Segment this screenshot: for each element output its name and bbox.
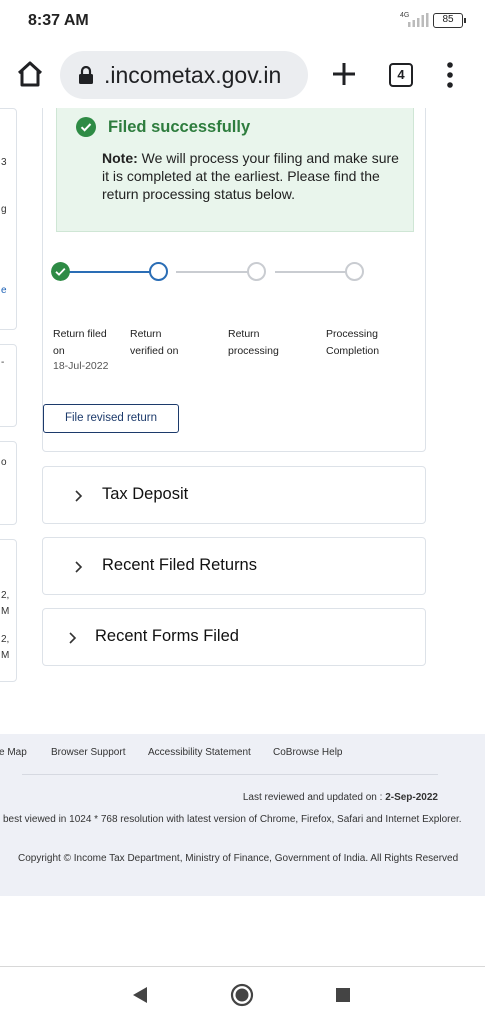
side-card-text: M bbox=[1, 650, 10, 661]
copyright-text: Copyright © Income Tax Department, Minis… bbox=[18, 853, 459, 864]
accordion-tax-deposit[interactable]: Tax Deposit bbox=[42, 466, 426, 524]
step-connector bbox=[69, 271, 159, 273]
side-card: - bbox=[0, 344, 17, 427]
progress-stepper bbox=[51, 262, 371, 290]
step-label-line: Return filed bbox=[53, 328, 107, 340]
accordion-recent-forms-filed[interactable]: Recent Forms Filed bbox=[42, 608, 426, 666]
back-icon[interactable] bbox=[132, 986, 148, 1004]
side-card-text: 3 bbox=[1, 157, 7, 168]
home-icon[interactable] bbox=[14, 58, 46, 90]
battery-icon: 85 bbox=[433, 13, 466, 28]
accordion-title: Tax Deposit bbox=[102, 485, 189, 503]
footer-divider bbox=[22, 774, 438, 775]
step-label-filed: Return filed on bbox=[53, 326, 107, 360]
accordion-title: Recent Forms Filed bbox=[95, 627, 239, 645]
clock-time: 8:37 AM bbox=[28, 12, 89, 29]
step-pending-icon bbox=[247, 262, 266, 281]
step-pending-icon bbox=[345, 262, 364, 281]
footer-link-cobrowse[interactable]: CoBrowse Help bbox=[273, 747, 342, 758]
check-circle-icon bbox=[76, 117, 96, 137]
step-label-line: Completion bbox=[326, 345, 380, 357]
step-done-icon bbox=[51, 262, 70, 281]
return-status-card: Filed successfully Note: We will process… bbox=[42, 108, 426, 452]
chevron-right-icon bbox=[75, 561, 83, 573]
side-card: 2, M 2, M bbox=[0, 539, 17, 682]
success-note: Note: We will process your filing and ma… bbox=[102, 149, 402, 203]
footer-links: e Map Browser Support Accessibility Stat… bbox=[0, 747, 485, 767]
system-nav-bar bbox=[0, 966, 485, 1024]
step-label-line: Processing bbox=[326, 328, 378, 340]
success-alert: Filed successfully Note: We will process… bbox=[56, 108, 414, 232]
chevron-right-icon bbox=[69, 632, 77, 644]
resolution-note: best viewed in 1024 * 768 resolution wit… bbox=[3, 814, 462, 825]
step-date-filed: 18-Jul-2022 bbox=[53, 360, 109, 372]
last-updated-date: 2-Sep-2022 bbox=[385, 792, 438, 803]
step-label-line: Return bbox=[228, 328, 260, 340]
step-current-icon bbox=[149, 262, 168, 281]
step-label-line: Return bbox=[130, 328, 162, 340]
site-footer: e Map Browser Support Accessibility Stat… bbox=[0, 734, 485, 896]
tab-switcher-button[interactable]: 4 bbox=[389, 63, 413, 87]
status-bar: 8:37 AM 4G 85 bbox=[0, 0, 485, 42]
step-label-processing: Return processing bbox=[228, 326, 279, 360]
recents-icon[interactable] bbox=[336, 988, 350, 1002]
url-text[interactable]: .incometax.gov.in bbox=[104, 62, 281, 89]
step-label-completion: Processing Completion bbox=[326, 326, 379, 360]
signal-icon bbox=[408, 13, 429, 27]
lock-icon[interactable] bbox=[78, 66, 94, 84]
last-updated-label: Last reviewed and updated on : bbox=[242, 792, 386, 803]
step-label-line: processing bbox=[228, 345, 279, 357]
side-card-text: 2, bbox=[1, 590, 10, 601]
address-bar[interactable]: .incometax.gov.in bbox=[60, 51, 308, 99]
footer-link-sitemap[interactable]: e Map bbox=[0, 747, 27, 758]
step-connector bbox=[176, 271, 258, 273]
battery-level: 85 bbox=[442, 14, 454, 25]
chevron-right-icon bbox=[75, 490, 83, 502]
accordion-title: Recent Filed Returns bbox=[102, 556, 257, 574]
step-label-verified: Return verified on bbox=[130, 326, 178, 360]
note-text: We will process your filing and make sur… bbox=[102, 150, 399, 202]
plus-icon[interactable] bbox=[330, 60, 358, 88]
note-label: Note: bbox=[102, 150, 138, 166]
side-card: o bbox=[0, 441, 17, 525]
step-label-line: on bbox=[53, 345, 65, 357]
side-card-text: o bbox=[1, 457, 7, 468]
step-label-line: verified on bbox=[130, 345, 179, 357]
browser-toolbar: .incometax.gov.in 4 bbox=[0, 42, 485, 108]
footer-link-accessibility[interactable]: Accessibility Statement bbox=[148, 747, 251, 758]
side-card: 3 g e bbox=[0, 108, 17, 330]
side-card-text: g bbox=[1, 204, 7, 215]
file-revised-return-button[interactable]: File revised return bbox=[43, 404, 179, 433]
side-card-text: - bbox=[1, 357, 5, 368]
page-content: 3 g e - o 2, M 2, M Filed successfully N… bbox=[0, 108, 485, 966]
side-card-link[interactable]: e bbox=[1, 285, 7, 296]
footer-link-browser-support[interactable]: Browser Support bbox=[51, 747, 125, 758]
side-card-text: M bbox=[1, 606, 10, 617]
success-title: Filed successfully bbox=[108, 118, 251, 136]
last-updated: Last reviewed and updated on : 2-Sep-202… bbox=[243, 792, 438, 803]
accordion-recent-filed-returns[interactable]: Recent Filed Returns bbox=[42, 537, 426, 595]
side-card-text: 2, bbox=[1, 634, 10, 645]
more-vert-icon[interactable] bbox=[440, 60, 460, 90]
home-circle-icon[interactable] bbox=[230, 983, 254, 1007]
